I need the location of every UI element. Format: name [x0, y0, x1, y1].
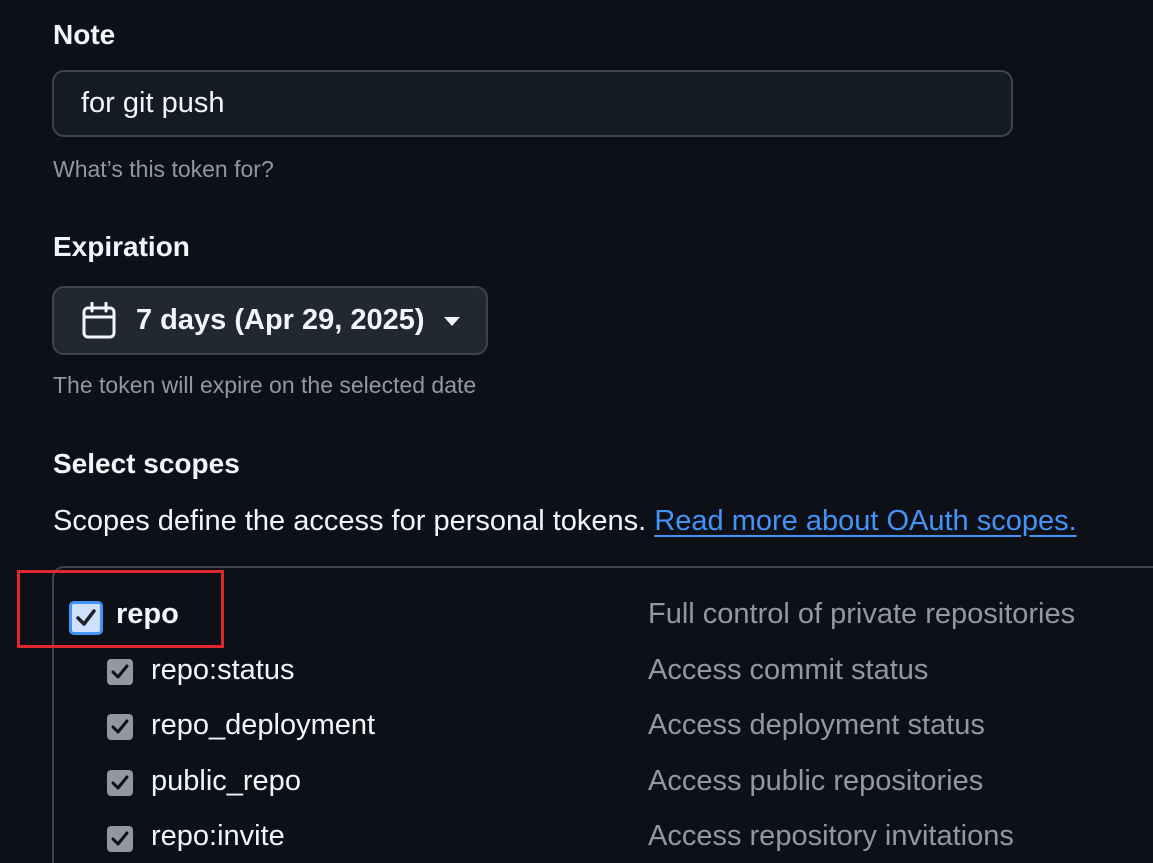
scope-name-repo-status: repo:status — [151, 654, 295, 686]
public-repo-checkbox[interactable] — [107, 770, 133, 796]
scopes-description: Scopes define the access for personal to… — [53, 505, 1077, 538]
scopes-heading: Select scopes — [53, 448, 240, 479]
scope-description-public-repo: Access public repositories — [648, 765, 984, 797]
scopes-description-text: Scopes define the access for personal to… — [53, 505, 647, 537]
scope-description-repo-status: Access commit status — [648, 654, 929, 686]
highlight-box — [17, 570, 224, 648]
expiration-label: Expiration — [53, 231, 190, 262]
note-label: Note — [53, 19, 116, 50]
scope-name-repo-deployment: repo_deployment — [151, 709, 376, 741]
repo-invite-checkbox[interactable] — [107, 826, 133, 852]
checkmark-icon — [111, 719, 129, 734]
note-hint: What’s this token for? — [53, 156, 274, 182]
repo-deployment-checkbox[interactable] — [107, 714, 133, 740]
checkmark-icon — [111, 775, 129, 790]
scope-name-public-repo: public_repo — [151, 765, 301, 797]
repo-status-checkbox[interactable] — [107, 659, 133, 685]
calendar-icon — [82, 301, 116, 338]
scope-description-repo-invite: Access repository invitations — [648, 820, 1014, 852]
checkmark-icon — [111, 831, 129, 846]
checkmark-icon — [111, 664, 129, 679]
expiration-dropdown[interactable]: 7 days (Apr 29, 2025) — [52, 286, 488, 355]
scope-description-repo-deployment: Access deployment status — [648, 709, 985, 741]
scope-description-repo: Full control of private repositories — [648, 598, 1076, 630]
scope-name-repo-invite: repo:invite — [151, 820, 285, 852]
expiration-hint: The token will expire on the selected da… — [53, 372, 477, 398]
token-settings-page: Note What’s this token for? Expiration 7… — [0, 0, 1153, 863]
oauth-scopes-link[interactable]: Read more about OAuth scopes. — [654, 505, 1076, 537]
caret-down-icon — [443, 316, 460, 326]
note-input[interactable] — [52, 70, 1013, 137]
expiration-value: 7 days (Apr 29, 2025) — [136, 304, 425, 336]
